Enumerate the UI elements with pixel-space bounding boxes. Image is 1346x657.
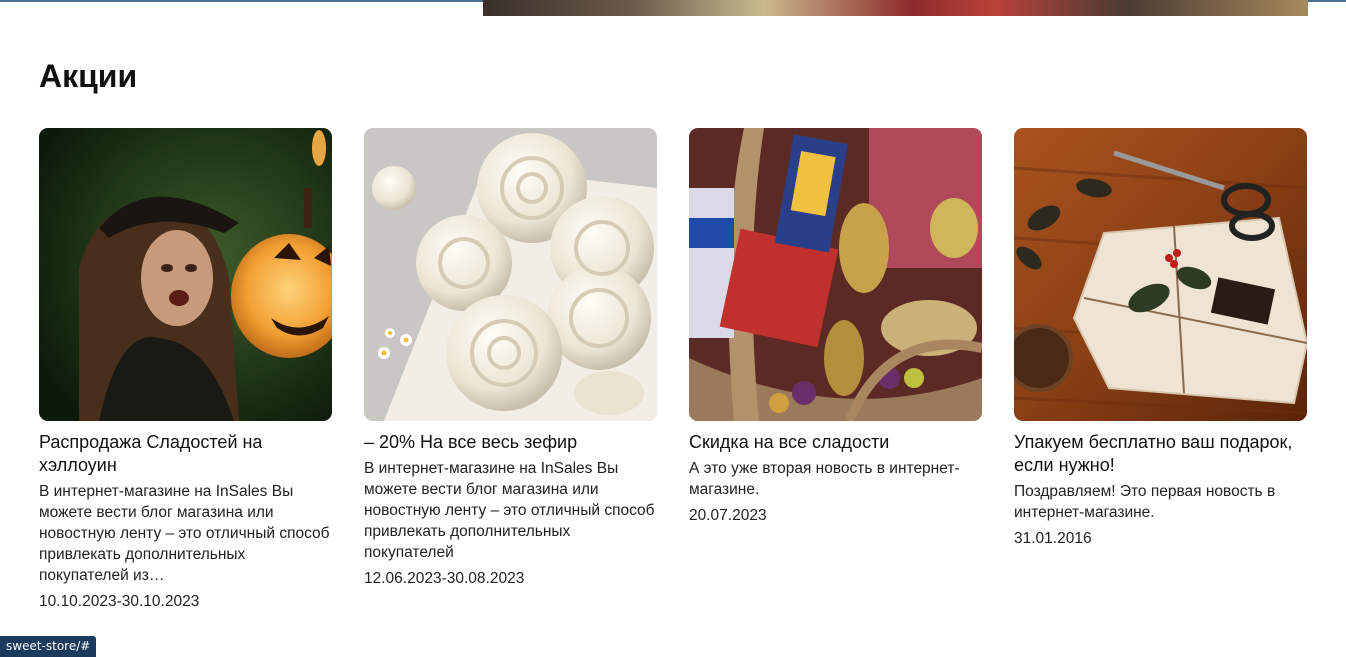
marshmallow-zefir-image [364,128,657,421]
card-description: В интернет-магазине на InSales Вы можете… [39,483,330,584]
card-date: 12.06.2023-30.08.2023 [364,570,525,587]
promo-card: Распродажа Сладостей на хэллоуин В интер… [39,128,332,612]
promo-card: – 20% На все весь зефир В интернет-магаз… [364,128,657,612]
promo-card-link[interactable]: Распродажа Сладостей на хэллоуин [39,128,332,477]
card-image[interactable] [689,128,982,421]
card-description: А это уже вторая новость в интернет-мага… [689,460,960,498]
card-title[interactable]: Распродажа Сладостей на хэллоуин [39,431,332,477]
sweets-basket-image [689,128,982,421]
card-title[interactable]: Упакуем бесплатно ваш подарок, если нужн… [1014,431,1307,477]
card-image[interactable] [1014,128,1307,421]
promo-card-link[interactable]: Упакуем бесплатно ваш подарок, если нужн… [1014,128,1307,477]
promo-card: Скидка на все сладости А это уже вторая … [689,128,982,612]
page: Акции Распродажа Сладостей на хэллоуин В… [0,0,1346,657]
card-date: 20.07.2023 [689,507,767,524]
promo-card-link[interactable]: Скидка на все сладости [689,128,982,454]
card-description: В интернет-магазине на InSales Вы можете… [364,460,655,561]
hero-banner-image[interactable] [483,0,1308,16]
card-date: 10.10.2023-30.10.2023 [39,593,200,610]
link-status-bar: sweet-store/# [0,636,97,657]
section-title: Акции [39,58,138,94]
card-image[interactable] [364,128,657,421]
card-date: 31.01.2016 [1014,530,1092,547]
promo-card-link[interactable]: – 20% На все весь зефир [364,128,657,454]
card-title[interactable]: Скидка на все сладости [689,431,982,454]
card-title[interactable]: – 20% На все весь зефир [364,431,657,454]
card-image[interactable] [39,128,332,421]
promo-cards: Распродажа Сладостей на хэллоуин В интер… [39,128,1307,612]
halloween-woman-pumpkin-image [39,128,332,421]
gift-box-image [1014,128,1307,421]
card-description: Поздравляем! Это первая новость в интерн… [1014,483,1276,521]
promo-card: Упакуем бесплатно ваш подарок, если нужн… [1014,128,1307,612]
